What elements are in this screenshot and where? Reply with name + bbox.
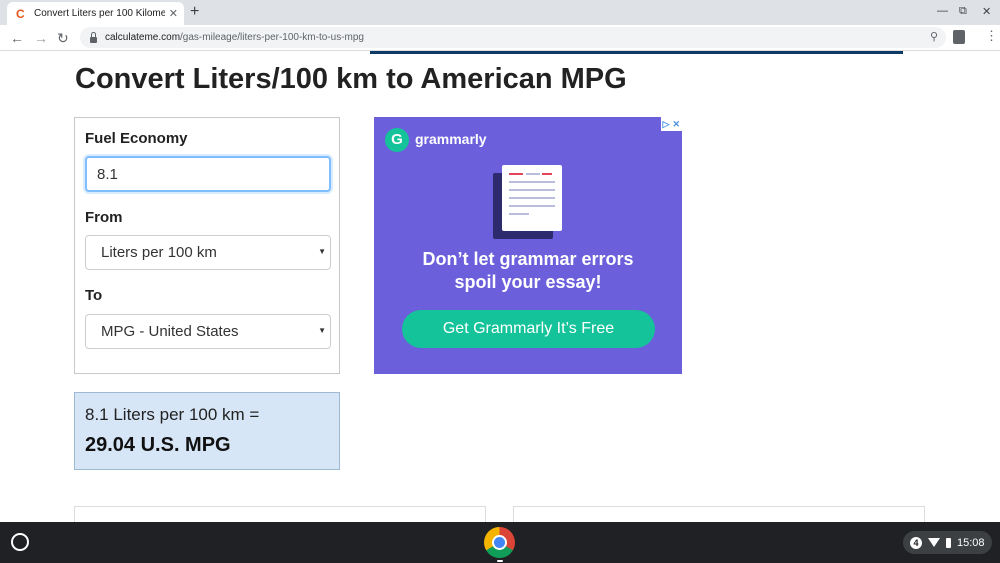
ad-headline: Don’t let grammar errors spoil your essa…	[374, 248, 682, 294]
reload-icon[interactable]: ↻	[57, 29, 69, 47]
result-box: 8.1 Liters per 100 km = 29.04 U.S. MPG	[74, 392, 340, 470]
url-path: /gas-mileage/liters-per-100-km-to-us-mpg	[180, 32, 364, 43]
result-input-text: 8.1 Liters per 100 km =	[85, 405, 260, 424]
document-illustration-icon	[502, 165, 562, 231]
ad-close-icon[interactable]: ✕	[672, 118, 680, 130]
status-tray[interactable]: 4 15:08	[903, 531, 992, 554]
get-grammarly-button[interactable]: Get Grammarly It’s Free	[402, 310, 655, 348]
chrome-app-icon[interactable]	[484, 527, 515, 558]
dropdown-arrow-icon: ▼	[318, 326, 326, 335]
url-text: calculateme.com/gas-mileage/liters-per-1…	[105, 32, 364, 43]
notification-count-badge: 4	[910, 536, 922, 549]
to-unit-value: MPG - United States	[101, 323, 239, 340]
minimize-icon[interactable]: —	[937, 5, 948, 17]
new-tab-button[interactable]: +	[190, 3, 199, 21]
ad-choices[interactable]: ▷ ✕	[660, 117, 682, 131]
address-bar[interactable]: calculateme.com/gas-mileage/liters-per-1…	[80, 27, 946, 48]
fuel-economy-label: Fuel Economy	[85, 130, 188, 147]
launcher-icon[interactable]	[11, 533, 29, 551]
site-favicon-icon: C	[16, 6, 25, 21]
wifi-icon	[928, 538, 940, 547]
to-unit-select[interactable]: MPG - United States ▼	[85, 314, 331, 349]
fuel-economy-input[interactable]	[85, 156, 331, 192]
grammarly-ad[interactable]: ▷ ✕ G grammarly Don’t let grammar errors…	[374, 117, 682, 374]
browser-tab[interactable]: C Convert Liters per 100 Kilometers ✕	[7, 2, 184, 25]
dropdown-arrow-icon: ▼	[318, 247, 326, 256]
ad-brand-name: grammarly	[415, 131, 487, 147]
ad-info-icon[interactable]: ▷	[663, 118, 670, 130]
browser-toolbar: ← → ↻ calculateme.com/gas-mileage/liters…	[0, 25, 1000, 51]
result-output-text: 29.04 U.S. MPG	[85, 434, 231, 456]
top-banner-edge	[370, 51, 903, 54]
converter-form: Fuel Economy From Liters per 100 km ▼ To…	[74, 117, 340, 374]
ad-headline-line1: Don’t let grammar errors	[422, 249, 634, 269]
lock-icon[interactable]	[90, 31, 97, 43]
to-label: To	[85, 287, 103, 304]
from-unit-select[interactable]: Liters per 100 km ▼	[85, 235, 331, 270]
os-shelf: 4 15:08	[0, 522, 1000, 563]
profile-icon[interactable]	[953, 30, 965, 44]
tab-close-icon[interactable]: ✕	[169, 7, 178, 20]
menu-icon[interactable]: ⋮	[985, 29, 998, 43]
battery-icon	[946, 537, 951, 548]
tab-title: Convert Liters per 100 Kilometers	[34, 8, 165, 19]
grammarly-logo-icon: G	[385, 128, 409, 152]
url-domain: calculateme.com	[105, 32, 181, 43]
tab-strip: C Convert Liters per 100 Kilometers ✕ + …	[0, 0, 1000, 25]
forward-icon[interactable]: →	[34, 29, 48, 47]
clock-time: 15:08	[957, 536, 985, 549]
back-icon[interactable]: ←	[10, 29, 24, 47]
active-app-indicator	[497, 560, 503, 562]
ad-headline-line2: spoil your essay!	[454, 272, 602, 292]
from-label: From	[85, 209, 123, 226]
close-icon[interactable]: ✕	[982, 5, 991, 18]
from-unit-value: Liters per 100 km	[101, 244, 217, 261]
zoom-icon[interactable]: ⚲	[930, 30, 938, 43]
restore-icon[interactable]: ⧉	[959, 5, 967, 18]
page-title: Convert Liters/100 km to American MPG	[75, 63, 627, 95]
